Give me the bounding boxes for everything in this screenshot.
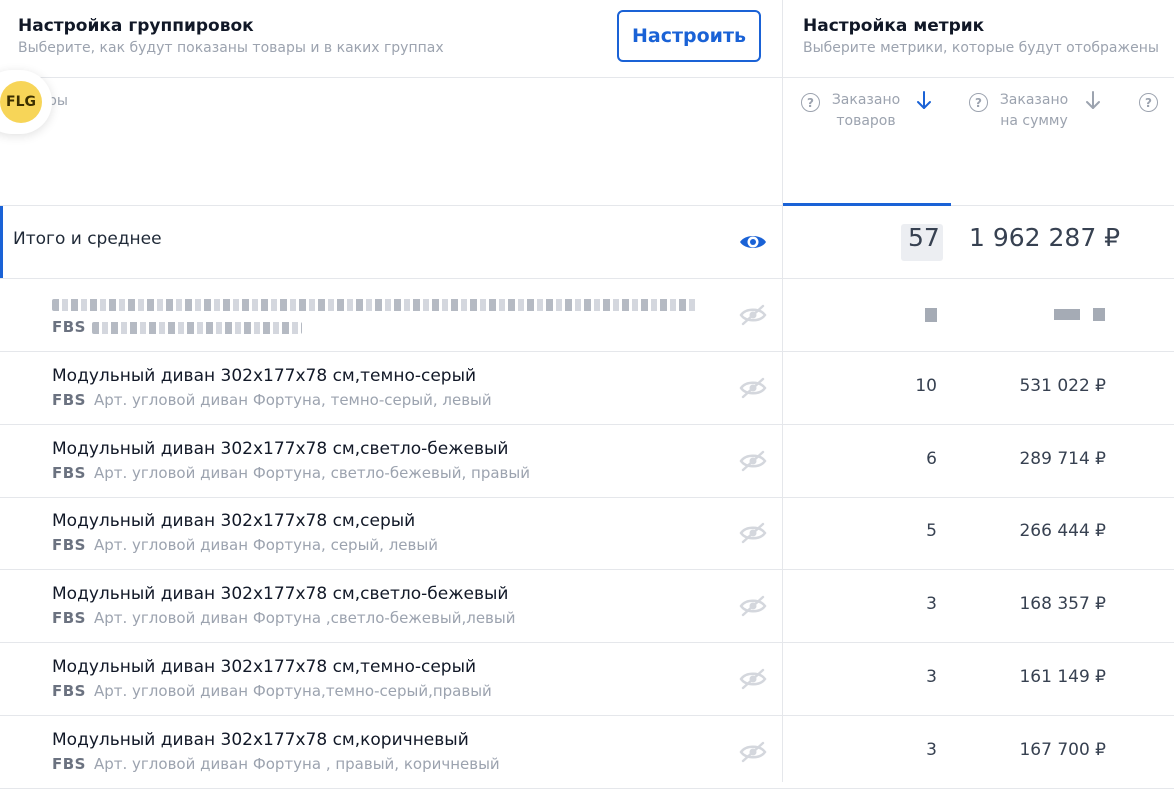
grouping-settings-subtitle: Выберите, как будут показаны товары и в … [18,40,444,56]
item-subtitle: FBS Арт. угловой диван Фортуна , правый, … [52,755,500,773]
total-ordered-sum: 1 962 287 ₽ [969,223,1121,252]
eye-off-icon[interactable] [738,668,768,690]
item-subtitle: FBS Арт. угловой диван Фортуна, светло-бе… [52,464,530,482]
grouping-settings-title: Настройка группировок [18,16,254,36]
ordered-count: 6 [926,449,937,469]
item-title: Модульный диван 302х177х78 см,светло-беж… [52,584,509,604]
item-title: Модульный диван 302х177х78 см,темно-серы… [52,366,477,386]
table-row[interactable]: Модульный диван 302х177х78 см,темно-серы… [0,352,1174,425]
ordered-count: 10 [915,376,937,396]
metrics-settings-subtitle: Выберите метрики, которые будут отображе… [803,40,1159,56]
configure-grouping-button[interactable]: Настроить [617,10,761,62]
table-row[interactable]: Модульный диван 302х177х78 см,темно-серы… [0,643,1174,716]
item-subtitle: FBS Арт. угловой диван Фортуна, серый, ле… [52,536,438,554]
fbs-label: FBS [52,318,86,336]
table-row[interactable]: Модульный диван 302х177х78 см,светло-беж… [0,570,1174,643]
total-row: Итого и среднее 57 1 962 287 ₽ [0,206,1174,279]
help-icon[interactable]: ? [969,93,988,112]
metrics-settings-header[interactable]: Настройка метрик Выберите метрики, котор… [783,0,1174,78]
item-title: Модульный диван 302х177х78 см,коричневый [52,730,469,750]
redacted-count [925,308,937,322]
eye-off-icon[interactable] [738,741,768,763]
grouping-settings-header: Настройка группировок Выберите, как буду… [0,0,782,78]
ordered-sum: 531 022 ₽ [1019,376,1106,396]
item-subtitle: FBS Арт. угловой диван Фортуна, темно-сер… [52,391,492,409]
ordered-sum: 167 700 ₽ [1019,740,1106,760]
ordered-sum: 168 357 ₽ [1019,594,1106,614]
redacted-sum [1054,309,1080,320]
metric-label-ordered-count: Заказано товаров [831,92,901,129]
metric-column-ordered-count[interactable]: ? Заказано товаров [783,79,951,206]
help-icon[interactable]: ? [1139,93,1158,112]
ordered-count: 5 [926,521,937,541]
help-icon[interactable]: ? [801,93,820,112]
ordered-count: 3 [926,667,937,687]
item-subtitle: FBS Арт. угловой диван Фортуна ,светло-бе… [52,609,516,627]
eye-off-icon[interactable] [738,522,768,544]
table-row[interactable]: Модульный диван 302х177х78 см,коричневый… [0,716,1174,789]
sort-arrow-down-icon[interactable] [1084,89,1102,111]
ordered-sum: 266 444 ₽ [1019,521,1106,541]
total-row-accent [0,206,3,278]
ordered-count: 3 [926,740,937,760]
eye-off-icon[interactable] [738,595,768,617]
ordered-count: 3 [926,594,937,614]
item-subtitle: FBS [52,318,94,336]
metrics-settings-title: Настройка метрик [803,16,985,36]
table-row[interactable]: Модульный диван 302х177х78 см,серый FBS А… [0,497,1174,570]
sort-arrow-down-icon[interactable] [915,89,933,111]
redacted-title [52,299,697,311]
table-header-metrics: ? Заказано товаров ? Заказано на сумму ? [783,79,1174,206]
eye-off-icon[interactable] [738,450,768,472]
metric-column-next[interactable]: ? [1119,79,1174,206]
eye-off-icon[interactable] [738,377,768,399]
eye-icon[interactable] [738,231,768,253]
item-title: Модульный диван 302х177х78 см,темно-серы… [52,657,477,677]
item-title: Модульный диван 302х177х78 см,серый [52,511,416,531]
table-row[interactable]: Модульный диван 302х177х78 см,светло-беж… [0,425,1174,498]
table-row[interactable]: FBS [0,279,1174,352]
ordered-sum: 161 149 ₽ [1019,667,1106,687]
metric-label-ordered-sum: Заказано на сумму [999,92,1069,129]
item-subtitle: FBS Арт. угловой диван Фортуна,темно-серы… [52,682,492,700]
eye-off-icon[interactable] [738,304,768,326]
total-row-label: Итого и среднее [13,229,162,249]
item-title: Модульный диван 302х177х78 см,светло-беж… [52,439,509,459]
total-ordered-count: 57 [908,223,940,252]
redacted-sum [1093,308,1105,321]
ordered-sum: 289 714 ₽ [1019,449,1106,469]
redacted-article [92,322,302,334]
avatar[interactable]: FLG [0,81,42,123]
table-header-name-column: ры [0,79,782,206]
metric-column-ordered-sum[interactable]: ? Заказано на сумму [951,79,1119,206]
